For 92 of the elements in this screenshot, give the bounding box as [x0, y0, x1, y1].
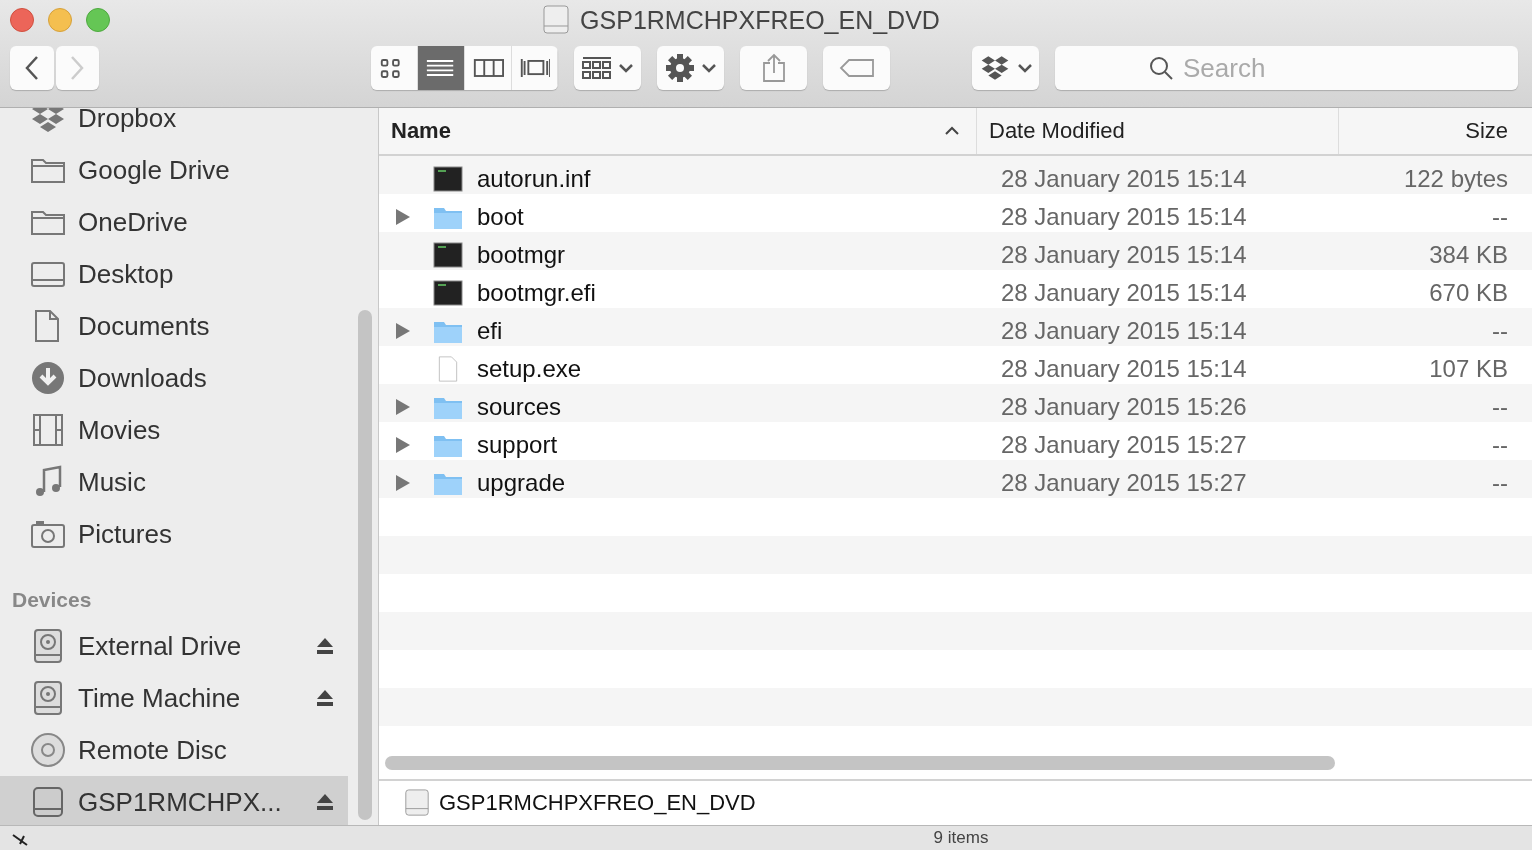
- sidebar-item[interactable]: Dropbox: [0, 108, 348, 144]
- terminal-icon: [433, 280, 463, 306]
- file-name: sources: [477, 393, 562, 421]
- zoom-button[interactable]: [86, 8, 110, 32]
- sidebar-item[interactable]: Downloads: [0, 352, 348, 404]
- chevron-down-icon: [1016, 63, 1033, 73]
- sidebar-item[interactable]: Pictures: [0, 508, 348, 560]
- date-modified-cell-text: 28 January 2015 15:26: [1000, 393, 1248, 421]
- scrollbar[interactable]: [358, 310, 372, 820]
- column-view-button[interactable]: [464, 46, 512, 90]
- disclosure-triangle-icon[interactable]: [395, 322, 411, 340]
- disclosure-triangle-icon[interactable]: [395, 208, 411, 226]
- file-name: bootmgr: [477, 241, 566, 269]
- sidebar-item[interactable]: Remote Disc: [0, 724, 348, 776]
- chevron-right-icon: [69, 55, 86, 81]
- disclosure-triangle-icon[interactable]: [395, 398, 411, 416]
- terminal-icon: [433, 166, 463, 192]
- path-item[interactable]: GSP1RMCHPXFREO_EN_DVD: [439, 790, 756, 816]
- column-header[interactable]: Date Modified: [977, 108, 1339, 154]
- coverflow-view-icon: [518, 57, 551, 79]
- size-cell-text: --: [1491, 393, 1509, 421]
- download-icon: [30, 360, 66, 396]
- sidebar-item[interactable]: External Drive: [0, 620, 348, 672]
- file-name: autorun.inf: [477, 165, 591, 193]
- sort-caret-icon: [944, 126, 960, 136]
- grid-icon: [581, 56, 612, 80]
- sidebar-item[interactable]: Time Machine: [0, 672, 348, 724]
- columns-view-icon: [471, 57, 504, 79]
- sidebar-item[interactable]: Documents: [0, 300, 348, 352]
- date-modified-cell-text: 28 January 2015 15:14: [1000, 165, 1248, 193]
- sidebar-section-title: Devices: [11, 587, 93, 613]
- chevron-left-icon: [23, 55, 40, 81]
- terminal-icon: [433, 242, 463, 268]
- drive-icon: [542, 5, 571, 35]
- sidebar-item[interactable]: Movies: [0, 404, 348, 456]
- tag-button[interactable]: [823, 46, 891, 90]
- size-cell-text: 670 KB: [1428, 279, 1509, 307]
- item-count: 9 items: [932, 828, 989, 848]
- date-modified-cell-text: 28 January 2015 15:27: [1000, 431, 1248, 459]
- gear-icon: [664, 53, 695, 83]
- drive-icon: [403, 789, 431, 817]
- disc-icon: [30, 732, 66, 768]
- scrollbar[interactable]: [385, 756, 1335, 770]
- back-button[interactable]: [10, 46, 54, 90]
- dropbox-button[interactable]: [972, 46, 1039, 90]
- size-cell-text: --: [1491, 203, 1509, 231]
- file-name: support: [477, 431, 558, 459]
- drive-icon: [30, 784, 66, 820]
- tag-icon: [838, 58, 875, 78]
- disclosure-triangle-icon[interactable]: [395, 474, 411, 492]
- cover-flow-button[interactable]: [511, 46, 559, 90]
- date-modified-cell-text: 28 January 2015 15:27: [1000, 469, 1248, 497]
- size-cell-text: --: [1491, 469, 1509, 497]
- size-cell-text: 384 KB: [1428, 241, 1509, 269]
- date-modified-cell-text: 28 January 2015 15:14: [1000, 203, 1248, 231]
- search-icon: [1149, 56, 1173, 80]
- eject-icon[interactable]: [316, 637, 334, 655]
- file-name: efi: [477, 317, 503, 345]
- column-header[interactable]: Name: [379, 108, 977, 154]
- column-header[interactable]: Size: [1339, 108, 1532, 154]
- date-modified-cell-text: 28 January 2015 15:14: [1000, 317, 1248, 345]
- file-name: setup.exe: [477, 355, 582, 383]
- size-cell-text: 122 bytes: [1402, 165, 1509, 193]
- sidebar-item[interactable]: Music: [0, 456, 348, 508]
- arrange-button[interactable]: [574, 46, 642, 90]
- date-modified-cell-text: 28 January 2015 15:14: [1000, 279, 1248, 307]
- close-button[interactable]: [10, 8, 34, 32]
- file-name: bootmgr.efi: [477, 279, 596, 307]
- icon-view-button[interactable]: [371, 46, 418, 90]
- window-title: GSP1RMCHPXFREO_EN_DVD: [580, 5, 940, 35]
- sidebar-item[interactable]: Google Drive: [0, 144, 348, 196]
- date-modified-cell-text: 28 January 2015 15:14: [1000, 355, 1248, 383]
- date-modified-cell-text: 28 January 2015 15:14: [1000, 241, 1248, 269]
- share-icon: [761, 53, 786, 83]
- chevron-down-icon: [700, 63, 717, 73]
- eject-icon[interactable]: [316, 689, 334, 707]
- film-icon: [30, 412, 66, 448]
- share-button[interactable]: [740, 46, 808, 90]
- eject-icon[interactable]: [316, 793, 334, 811]
- sidebar-item[interactable]: OneDrive: [0, 196, 348, 248]
- size-cell-text: --: [1491, 431, 1509, 459]
- chevron-down-icon: [617, 63, 634, 73]
- sidebar-item[interactable]: Desktop: [0, 248, 348, 300]
- list-view-button[interactable]: [417, 46, 465, 90]
- sidebar-item[interactable]: GSP1RMCHPX...: [0, 776, 348, 825]
- disclosure-triangle-icon[interactable]: [395, 436, 411, 454]
- size-cell-text: 107 KB: [1428, 355, 1509, 383]
- settings-button[interactable]: [657, 46, 725, 90]
- file-name: upgrade: [477, 469, 566, 497]
- file-name: boot: [477, 203, 524, 231]
- search-field[interactable]: Search: [1055, 46, 1518, 90]
- size-cell-text: --: [1491, 317, 1509, 345]
